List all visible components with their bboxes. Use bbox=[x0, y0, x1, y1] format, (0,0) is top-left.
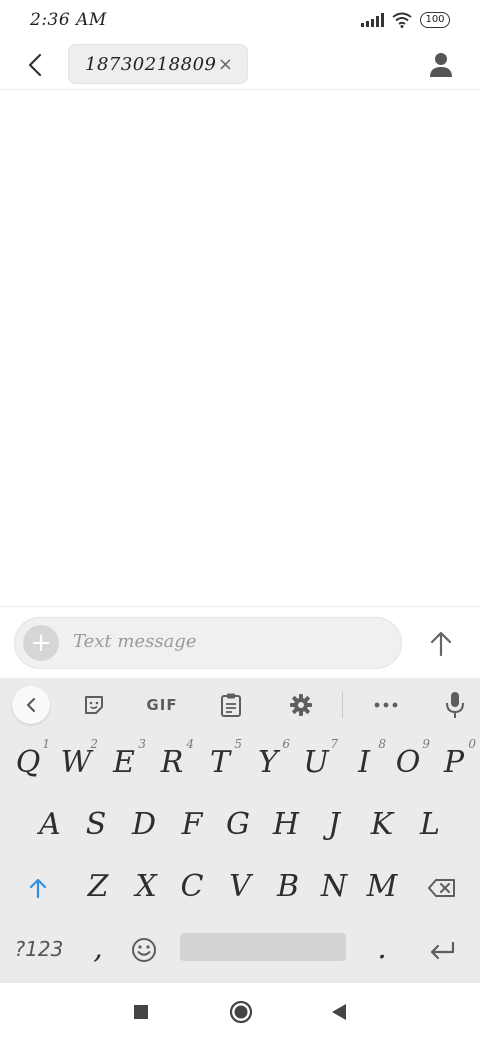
recipient-number: 18730218809 bbox=[85, 53, 217, 75]
recents-button[interactable] bbox=[126, 997, 156, 1027]
shift-key[interactable] bbox=[14, 856, 62, 918]
status-time: 2:36 AM bbox=[30, 10, 107, 30]
sticker-icon bbox=[85, 696, 103, 714]
key-y[interactable]: Y6 bbox=[244, 732, 292, 794]
key-h[interactable]: H bbox=[262, 794, 310, 856]
key-t[interactable]: T5 bbox=[196, 732, 244, 794]
back-button[interactable] bbox=[18, 48, 52, 82]
backspace-icon bbox=[428, 879, 455, 897]
triangle-back-icon bbox=[332, 1004, 346, 1020]
send-button[interactable] bbox=[424, 627, 458, 661]
key-p[interactable]: P0 bbox=[430, 732, 478, 794]
key-o[interactable]: O9 bbox=[384, 732, 432, 794]
square-icon bbox=[134, 1005, 148, 1019]
emoji-icon bbox=[132, 938, 156, 962]
collapse-toolbar-button[interactable] bbox=[12, 686, 50, 724]
compose-bar: + Text message bbox=[0, 606, 480, 678]
settings-button[interactable] bbox=[286, 688, 316, 722]
home-button[interactable] bbox=[226, 997, 256, 1027]
clipboard-icon bbox=[221, 693, 241, 717]
contact-button[interactable] bbox=[426, 50, 456, 80]
key-row-2: A S D F G H J K L bbox=[0, 794, 480, 856]
key-q[interactable]: Q1 bbox=[4, 732, 52, 794]
key-f[interactable]: F bbox=[168, 794, 216, 856]
chevron-left-icon bbox=[28, 53, 42, 77]
key-e[interactable]: E3 bbox=[100, 732, 148, 794]
conversation-header: 18730218809 × bbox=[0, 40, 480, 90]
key-j[interactable]: J bbox=[310, 794, 358, 856]
key-row-3: Z X C V B N M bbox=[0, 856, 480, 918]
message-placeholder: Text message bbox=[73, 631, 197, 652]
status-bar: 2:36 AM 100 bbox=[0, 0, 480, 40]
plus-icon[interactable]: + bbox=[23, 625, 59, 661]
key-g[interactable]: G bbox=[214, 794, 262, 856]
system-back-button[interactable] bbox=[324, 997, 354, 1027]
key-k[interactable]: K bbox=[358, 794, 406, 856]
battery-indicator: 100 bbox=[420, 12, 450, 28]
key-m[interactable]: M bbox=[358, 856, 406, 918]
key-l[interactable]: L bbox=[406, 794, 454, 856]
keyboard: GIF Q 1 W 2 E 3 R 4 T 5 Y 6 U 7 I 8 O 9 … bbox=[0, 678, 480, 982]
message-input[interactable]: + Text message bbox=[14, 617, 402, 669]
period-key[interactable]: . bbox=[358, 918, 406, 980]
key-n[interactable]: N bbox=[310, 856, 358, 918]
voice-input-button[interactable] bbox=[440, 688, 470, 722]
keyboard-toolbar: GIF bbox=[0, 678, 480, 732]
circle-icon bbox=[229, 1000, 253, 1024]
person-icon bbox=[430, 53, 452, 77]
enter-icon bbox=[430, 941, 455, 960]
comma-key[interactable]: , bbox=[74, 918, 122, 980]
more-horizontal-icon bbox=[374, 702, 398, 708]
enter-key[interactable] bbox=[418, 918, 466, 980]
key-b[interactable]: B bbox=[264, 856, 312, 918]
microphone-icon bbox=[446, 692, 464, 718]
key-row-4: ?123 , . bbox=[0, 918, 480, 980]
key-row-1: Q1 W2 E3 R4 T5 Y6 U7 I8 O9 P0 bbox=[0, 732, 480, 794]
gif-button[interactable]: GIF bbox=[140, 688, 184, 722]
gif-label: GIF bbox=[146, 696, 178, 714]
space-bar[interactable] bbox=[180, 933, 346, 961]
key-s[interactable]: S bbox=[72, 794, 120, 856]
chevron-left-icon bbox=[27, 698, 35, 712]
key-z[interactable]: Z bbox=[74, 856, 122, 918]
key-x[interactable]: X bbox=[122, 856, 170, 918]
shift-arrow-icon bbox=[29, 878, 47, 899]
message-list[interactable] bbox=[0, 91, 480, 606]
key-w[interactable]: W2 bbox=[52, 732, 100, 794]
close-icon[interactable]: × bbox=[218, 54, 233, 75]
sticker-button[interactable] bbox=[78, 688, 110, 722]
key-a[interactable]: A bbox=[26, 794, 74, 856]
key-r[interactable]: R4 bbox=[148, 732, 196, 794]
gear-icon bbox=[290, 694, 312, 716]
key-d[interactable]: D bbox=[120, 794, 168, 856]
emoji-key[interactable] bbox=[120, 918, 168, 980]
backspace-key[interactable] bbox=[418, 856, 466, 918]
toolbar-divider bbox=[342, 692, 343, 718]
key-u[interactable]: U7 bbox=[292, 732, 340, 794]
more-button[interactable] bbox=[370, 688, 402, 722]
clipboard-button[interactable] bbox=[216, 688, 246, 722]
key-c[interactable]: C bbox=[168, 856, 216, 918]
system-nav-bar bbox=[0, 982, 480, 1040]
key-i[interactable]: I8 bbox=[340, 732, 388, 794]
wifi-icon bbox=[392, 12, 412, 28]
key-v[interactable]: V bbox=[216, 856, 264, 918]
symbols-key[interactable]: ?123 bbox=[10, 918, 68, 980]
recipient-chip[interactable]: 18730218809 × bbox=[68, 44, 248, 84]
signal-icon bbox=[361, 13, 384, 27]
arrow-up-icon bbox=[430, 631, 452, 657]
status-icons: 100 bbox=[361, 12, 450, 28]
